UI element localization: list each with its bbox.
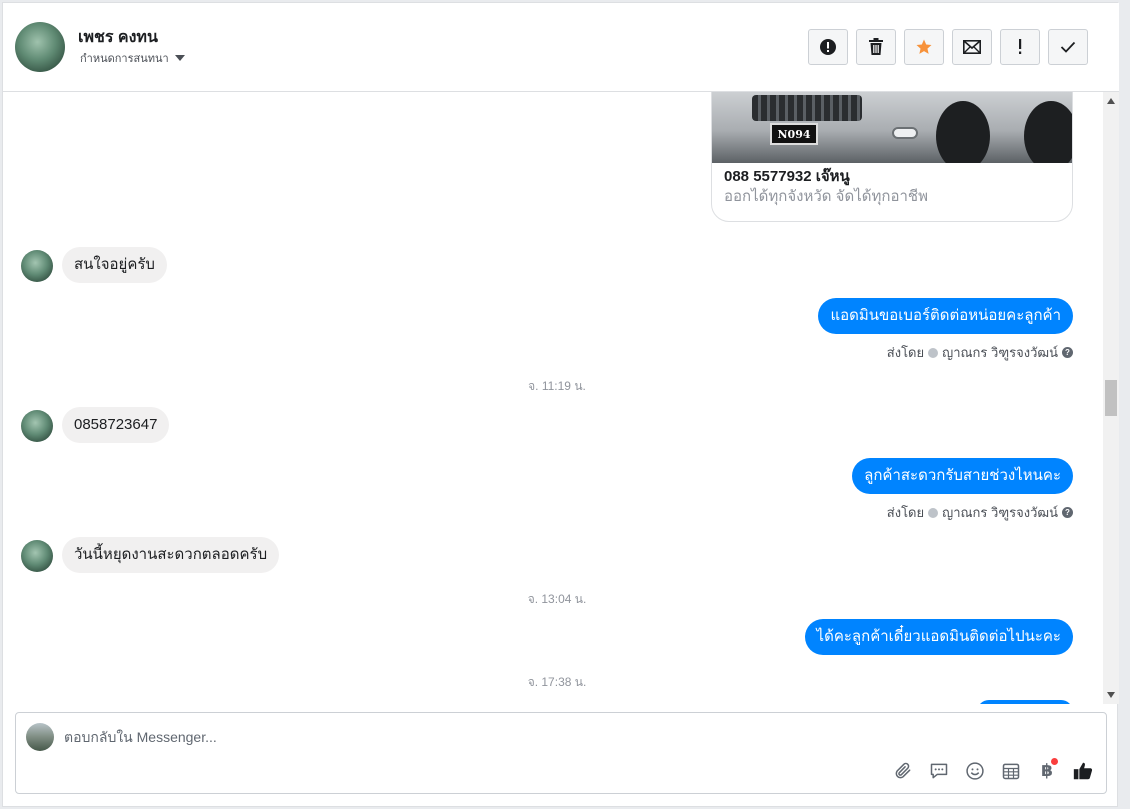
contact-avatar-small[interactable] (21, 540, 53, 572)
message-thread[interactable]: N094 088 5577932 เจ๊หนู ออกได้ทุกจังหวัด… (3, 92, 1119, 704)
incoming-message[interactable]: 0858723647 (62, 407, 170, 443)
outgoing-message[interactable]: ได้คะลูกค้าเดี๋ยวแอดมินติดต่อไปนะคะ (804, 619, 1073, 655)
delete-button[interactable] (856, 29, 896, 65)
payment-button[interactable]: ฿ (1034, 758, 1060, 784)
follow-up-button[interactable] (1000, 29, 1040, 65)
outgoing-message-partial[interactable] (977, 700, 1073, 704)
license-plate: N094 (770, 123, 818, 145)
sent-by-agent: ญาณกร วิฑูรจงวัฒน์ (942, 345, 1058, 360)
sent-by-info: ส่งโดย ญาณกร วิฑูรจงวัฒน์ ? (887, 502, 1073, 523)
check-icon (1060, 41, 1076, 53)
conversation-panel: เพชร คงทน กำหนดการสนทนา N094 088 5577932… (2, 2, 1119, 807)
like-button[interactable] (1070, 758, 1096, 784)
mark-spam-button[interactable] (808, 29, 848, 65)
outgoing-message[interactable]: ลูกค้าสะดวกรับสายช่วงไหนคะ (852, 458, 1073, 494)
incoming-message[interactable]: วันนี้หยุดงานสะดวกตลอดครับ (62, 537, 280, 573)
assign-conversation-dropdown[interactable]: กำหนดการสนทนา (80, 49, 185, 67)
outgoing-message[interactable]: แอดมินขอเบอร์ติดต่อหน่อยคะลูกค้า (818, 298, 1073, 334)
scrollbar-thumb[interactable] (1105, 380, 1117, 416)
trash-icon (869, 38, 883, 55)
composer-tools: ฿ (890, 758, 1096, 784)
exclamation-icon (1019, 39, 1022, 54)
thread-scrollbar[interactable] (1103, 92, 1119, 704)
sent-by-label: ส่งโดย (886, 505, 925, 520)
notification-dot (1051, 758, 1058, 765)
car-image: N094 (712, 92, 1072, 163)
sent-by-label: ส่งโดย (886, 345, 925, 360)
timestamp: จ. 13:04 น. (527, 592, 587, 606)
header-actions (808, 29, 1088, 65)
emoji-button[interactable] (962, 758, 988, 784)
message-composer: ฿ (15, 712, 1107, 794)
mark-unread-button[interactable] (952, 29, 992, 65)
agent-dot-icon (928, 347, 939, 358)
incoming-message[interactable]: สนใจอยู่ครับ (62, 247, 167, 283)
smiley-icon (966, 762, 984, 780)
timestamp: จ. 17:38 น. (527, 675, 587, 689)
ad-preview-card[interactable]: N094 088 5577932 เจ๊หนู ออกได้ทุกจังหวัด… (711, 92, 1073, 222)
appointment-button[interactable] (998, 758, 1024, 784)
conversation-header: เพชร คงทน กำหนดการสนทนา (3, 3, 1119, 92)
assign-label: กำหนดการสนทนา (80, 53, 169, 65)
star-icon (916, 39, 932, 54)
contact-avatar-small[interactable] (21, 410, 53, 442)
contact-name[interactable]: เพชร คงทน (78, 25, 158, 50)
calendar-grid-icon (1002, 763, 1020, 780)
sent-by-agent: ญาณกร วิฑูรจงวัฒน์ (942, 505, 1058, 520)
mark-done-button[interactable] (1048, 29, 1088, 65)
page-avatar (26, 723, 54, 751)
help-icon[interactable]: ? (1062, 347, 1073, 358)
scroll-up-arrow-icon[interactable] (1107, 98, 1115, 104)
mail-icon (963, 40, 981, 54)
timestamp: จ. 11:19 น. (528, 379, 586, 393)
thumbs-up-icon (1073, 762, 1093, 780)
attach-button[interactable] (890, 758, 916, 784)
help-icon[interactable]: ? (1062, 507, 1073, 518)
paperclip-icon (895, 762, 911, 779)
card-subtitle: ออกได้ทุกจังหวัด จัดได้ทุกอาชีพ (724, 188, 928, 205)
star-button[interactable] (904, 29, 944, 65)
sent-by-info: ส่งโดย ญาณกร วิฑูรจงวัฒน์ ? (887, 342, 1073, 363)
contact-avatar[interactable] (15, 22, 65, 72)
caret-down-icon (174, 55, 185, 61)
scroll-down-arrow-icon[interactable] (1107, 692, 1115, 698)
spam-icon (820, 39, 836, 55)
chat-bubble-icon (930, 763, 948, 779)
reply-input[interactable] (64, 727, 964, 747)
saved-replies-button[interactable] (926, 758, 952, 784)
agent-dot-icon (928, 507, 939, 518)
contact-avatar-small[interactable] (21, 250, 53, 282)
